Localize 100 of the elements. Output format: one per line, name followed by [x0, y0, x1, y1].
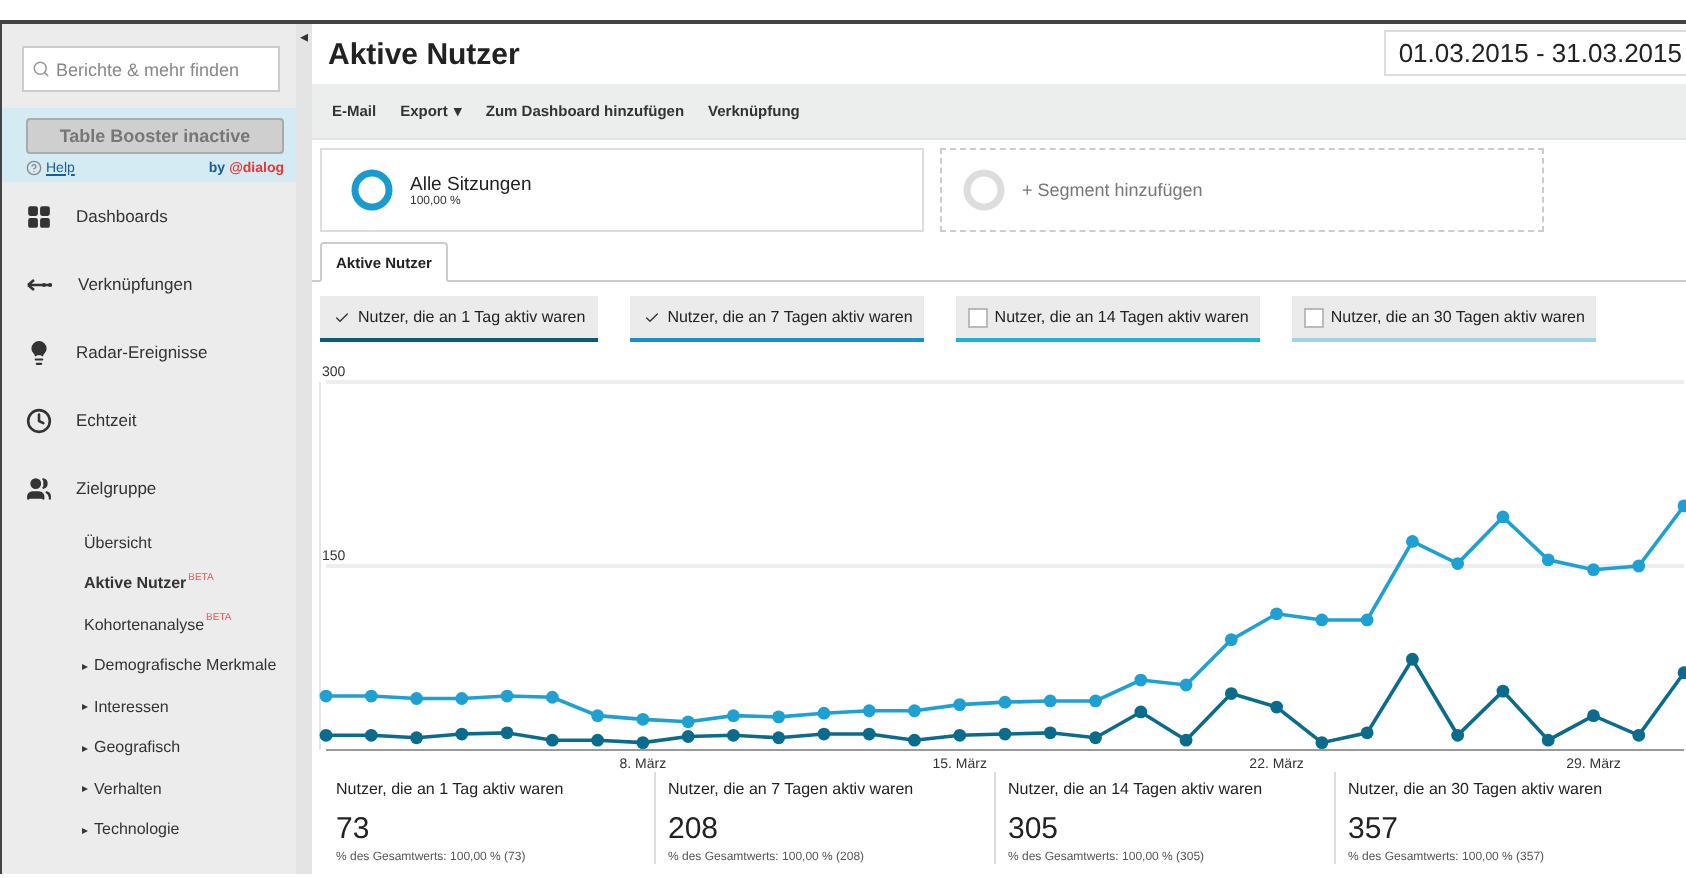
people-icon	[26, 475, 52, 501]
ring-icon	[962, 168, 1006, 212]
data-point	[727, 709, 740, 723]
data-point	[364, 689, 378, 703]
segment-name: Alle Sitzungen	[410, 173, 532, 195]
data-point	[1315, 613, 1329, 627]
metric-toggle[interactable]: Nutzer, die an 7 Tagen aktiv waren	[629, 296, 925, 342]
data-point	[772, 731, 786, 745]
help-icon	[26, 160, 42, 176]
data-point	[1587, 563, 1600, 577]
scorecard-value: 357	[1348, 812, 1401, 846]
scorecard-label: Nutzer, die an 14 Tagen aktiv waren	[1008, 780, 1265, 798]
data-point	[953, 698, 967, 711]
data-point	[455, 727, 469, 741]
data-point	[500, 726, 514, 740]
data-point	[364, 728, 378, 742]
data-point	[1677, 666, 1686, 680]
metric-toggle[interactable]: Nutzer, die an 14 Tagen aktiv waren	[956, 296, 1261, 342]
data-point	[1224, 687, 1238, 700]
data-point	[817, 706, 831, 720]
data-point	[1043, 726, 1057, 740]
metric-toggle[interactable]: Nutzer, die an 1 Tag aktiv waren	[320, 296, 598, 342]
metric-toggle[interactable]: Nutzer, die an 30 Tagen aktiv waren	[1292, 296, 1597, 342]
checkbox[interactable]	[1304, 307, 1325, 327]
data-point	[1224, 633, 1238, 646]
link-icon	[26, 277, 54, 291]
data-point	[1315, 736, 1329, 750]
data-point	[545, 733, 559, 747]
data-point	[410, 731, 423, 745]
data-point	[1089, 694, 1102, 708]
data-point	[908, 704, 921, 718]
data-point	[817, 727, 831, 741]
nav-item[interactable]: Echtzeit	[2, 386, 296, 454]
data-point	[636, 736, 650, 750]
nav-subitem[interactable]: Kohortenanalyse$^{BETA}$	[2, 604, 296, 645]
scorecard-label: Nutzer, die an 7 Tagen aktiv waren	[668, 780, 916, 798]
data-point	[1541, 733, 1555, 747]
data-point	[862, 704, 876, 718]
data-point	[998, 727, 1012, 741]
data-point	[1270, 607, 1283, 621]
clock-icon	[26, 407, 52, 433]
data-point	[1541, 553, 1555, 567]
data-point	[1406, 652, 1419, 666]
data-point	[591, 709, 604, 723]
data-point	[1043, 694, 1057, 708]
data-point	[1496, 510, 1510, 524]
data-point	[998, 695, 1012, 709]
data-point	[500, 689, 514, 703]
lightbulb-icon	[26, 339, 52, 365]
checkbox[interactable]	[332, 307, 352, 327]
data-point	[862, 727, 876, 741]
data-point	[319, 728, 333, 742]
nav-item[interactable]: Zielgruppe	[2, 454, 296, 522]
collapse-button[interactable]: ◂	[300, 28, 308, 52]
data-point	[1451, 557, 1465, 570]
scorecard-label: Nutzer, die an 30 Tagen aktiv waren	[1348, 780, 1605, 798]
checkbox[interactable]	[968, 307, 989, 327]
data-point	[1134, 673, 1148, 687]
data-point	[772, 710, 786, 724]
data-point	[1179, 733, 1193, 747]
nav-item[interactable]: Radar-Ereignisse	[2, 318, 296, 386]
data-point	[1360, 613, 1374, 627]
checkbox[interactable]	[641, 307, 662, 327]
scorecard-value: 208	[668, 812, 721, 846]
data-point	[1089, 731, 1102, 745]
scorecard-value: 305	[1008, 812, 1061, 846]
data-point	[908, 733, 921, 747]
scorecard-value: 73	[336, 812, 372, 846]
date-range-picker[interactable]: 01.03.2015 - 31.03.2015	[1384, 29, 1686, 75]
search-field[interactable]: Berichte & mehr finden	[22, 46, 280, 92]
data-point	[727, 728, 740, 742]
data-point	[319, 689, 333, 703]
nav-subitem[interactable]: Aktive Nutzer$^{BETA}$	[2, 563, 296, 604]
data-point	[455, 692, 469, 705]
data-point	[591, 733, 604, 747]
add-segment-card[interactable]: + Segment hinzufügen	[940, 148, 1544, 232]
data-point	[1587, 709, 1600, 723]
data-point	[1270, 700, 1283, 714]
nav-item[interactable]: Verknüpfungen	[2, 250, 296, 318]
data-point	[953, 728, 967, 742]
data-point	[1632, 728, 1646, 742]
check-icon	[643, 307, 660, 327]
data-point	[1451, 728, 1465, 742]
segment-name: + Segment hinzufügen	[1022, 180, 1203, 200]
page-title: Aktive Nutzer	[328, 37, 520, 71]
data-point	[1360, 726, 1374, 740]
nav-item[interactable]: Dashboards	[2, 182, 296, 250]
data-point	[1677, 499, 1686, 513]
data-point	[1179, 678, 1193, 692]
search-icon	[32, 60, 50, 78]
data-point	[1496, 684, 1510, 698]
nav-subitem[interactable]: Übersicht	[2, 522, 296, 563]
data-point	[1134, 705, 1148, 719]
scorecard-label: Nutzer, die an 1 Tag aktiv waren	[336, 780, 566, 798]
grid-icon	[26, 203, 52, 229]
ring-icon	[350, 168, 394, 212]
data-point	[410, 692, 423, 705]
data-point	[1632, 559, 1646, 573]
check-icon	[334, 307, 350, 327]
data-point	[545, 690, 559, 704]
